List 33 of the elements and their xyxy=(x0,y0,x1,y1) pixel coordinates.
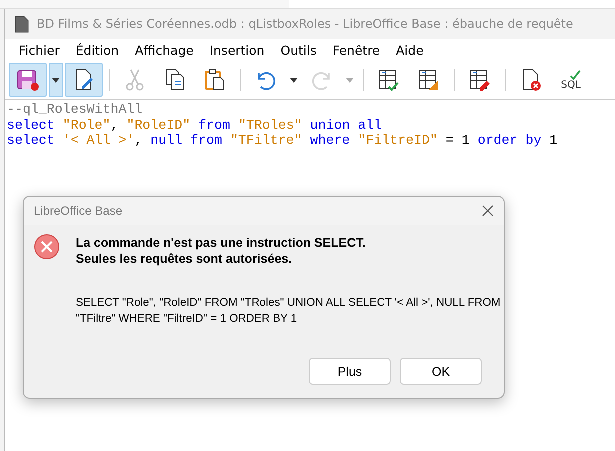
sql-label: SQL xyxy=(561,80,581,90)
caret-icon xyxy=(52,78,60,82)
error-icon xyxy=(34,234,60,260)
caret-icon xyxy=(290,78,298,82)
document-icon xyxy=(15,16,29,32)
error-message: La commande n'est pas une instruction SELECT. xyxy=(76,235,367,251)
menu-item[interactable]: Aide xyxy=(388,42,432,58)
toolbar-button[interactable] xyxy=(65,63,103,97)
code-line: select "Role", "RoleID" from "TRoles" union all xyxy=(7,118,384,133)
close-icon[interactable] xyxy=(482,205,494,217)
paste-icon xyxy=(203,68,227,92)
caret-icon xyxy=(346,78,354,82)
menu-item[interactable]: Fenêtre xyxy=(324,42,388,58)
toolbar-button[interactable]: SQL xyxy=(552,63,590,97)
save-icon xyxy=(16,68,40,92)
code-line: select '< All >', null from "TFiltre" where "FiltreID" = 1 order by 1 xyxy=(7,133,559,148)
menu-item[interactable]: Fichier xyxy=(11,42,68,58)
dialog-button[interactable]: Plus xyxy=(309,358,391,385)
error-message: Seules les requêtes sont autorisées. xyxy=(76,251,294,267)
menu-item[interactable]: Édition xyxy=(68,42,128,58)
menu-item[interactable]: Outils xyxy=(272,42,325,58)
check-icon xyxy=(570,70,580,80)
window-title: BD Films & Séries Coréennes.odb : qListboxRoles - LibreOffice Base : ébauche de requête xyxy=(37,17,574,31)
error-detail: SELECT "Role", "RoleID" FROM "TRoles" UNION ALL SELECT '< All >', NULL FROM "TFiltre" WHERE "FiltreID" = 1 ORDER BY 1 xyxy=(76,296,502,327)
code-line: --ql_RolesWithAll xyxy=(7,102,144,118)
table-edit-icon xyxy=(468,68,492,92)
dialog-title: LibreOffice Base xyxy=(34,204,122,218)
menu-item[interactable]: Affichage xyxy=(127,42,202,58)
run-query-icon xyxy=(377,68,401,92)
toolbar-button[interactable] xyxy=(9,63,47,97)
menu-item[interactable]: Insertion xyxy=(202,42,273,58)
dropdown-button[interactable] xyxy=(49,63,63,97)
dialog-button[interactable]: OK xyxy=(400,358,482,385)
